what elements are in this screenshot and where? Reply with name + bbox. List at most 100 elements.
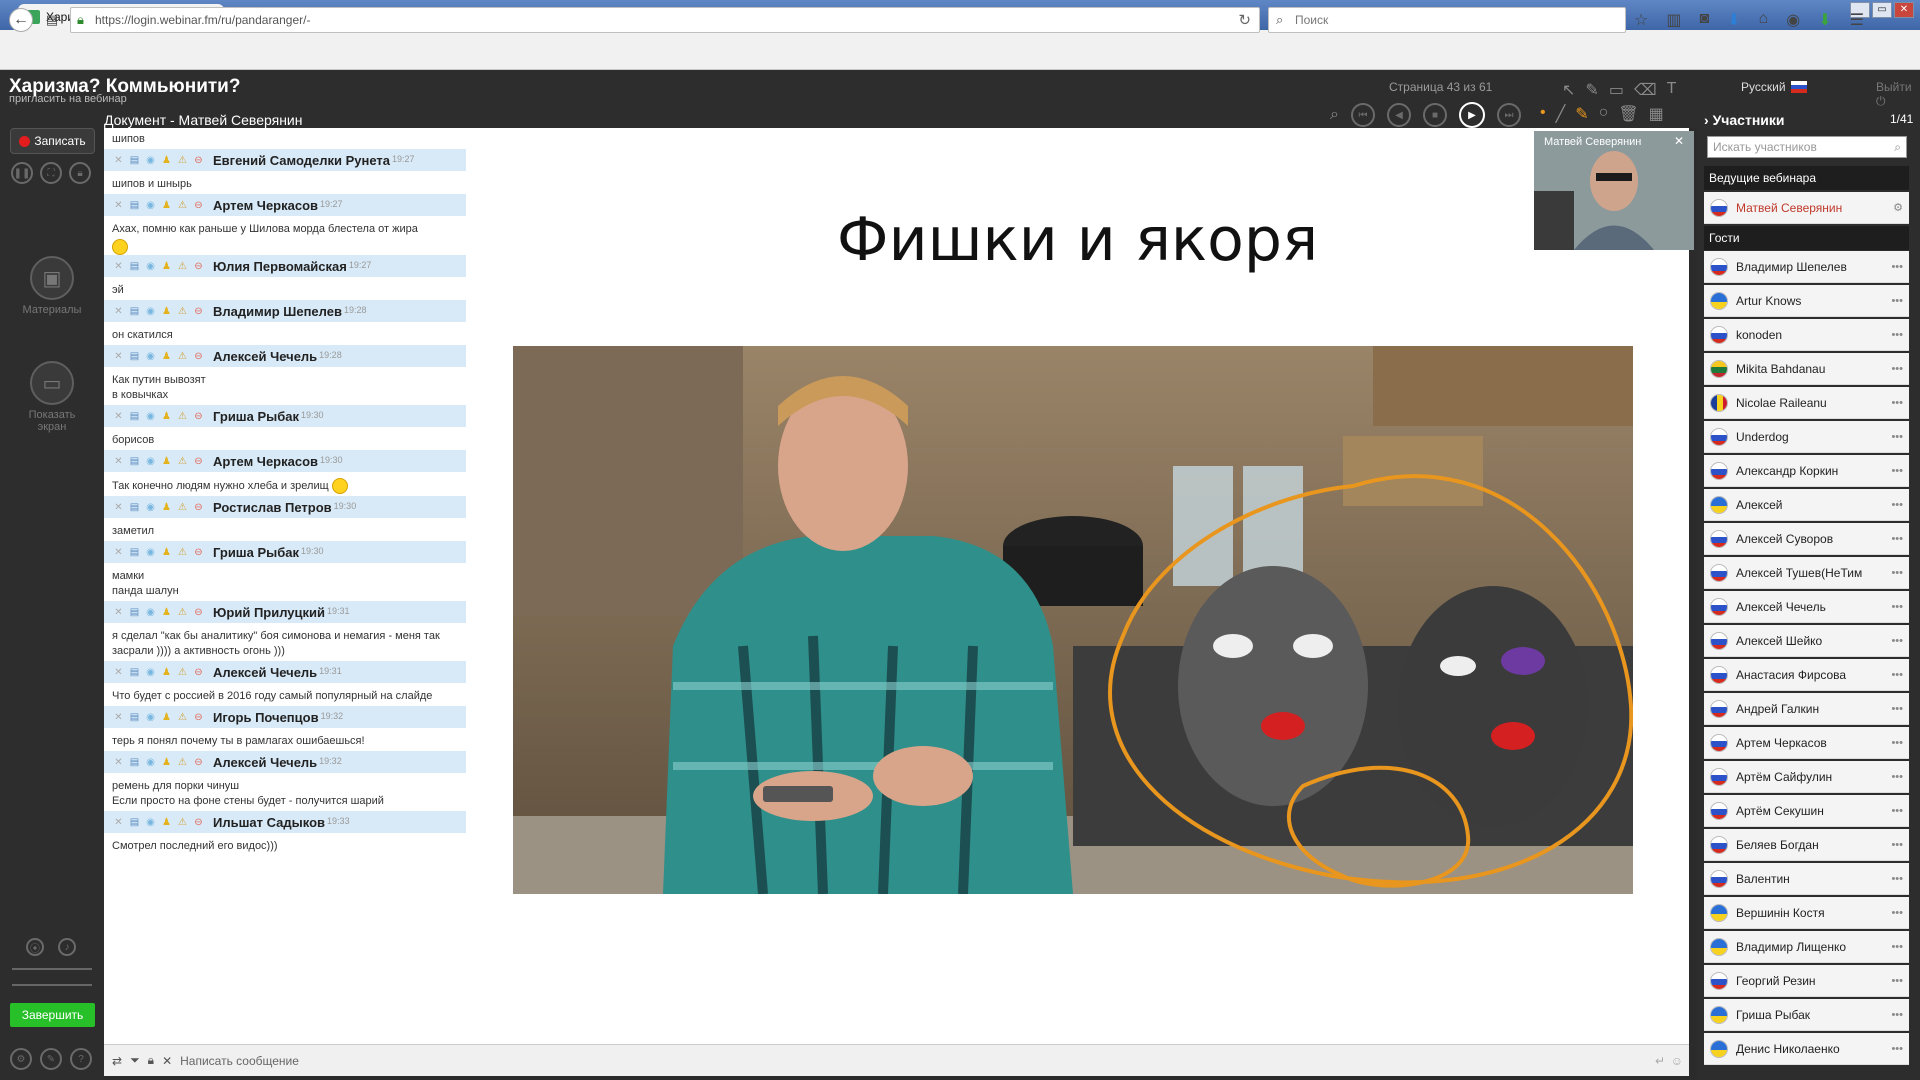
reply-icon[interactable]: ◉ xyxy=(144,666,157,679)
pause-icon[interactable]: ❚❚ xyxy=(11,162,33,184)
participant-row[interactable]: Денис Николаенко ••• xyxy=(1704,1033,1909,1065)
more-options-icon[interactable]: ••• xyxy=(1891,1043,1903,1055)
reply-icon[interactable]: ◉ xyxy=(144,501,157,514)
delete-icon[interactable]: ✕ xyxy=(112,666,125,679)
chat-bubble-icon[interactable]: ◉ xyxy=(1786,10,1800,30)
warning-icon[interactable]: ⚠ xyxy=(176,606,189,619)
more-options-icon[interactable]: ••• xyxy=(1891,465,1903,477)
volume-slider[interactable] xyxy=(12,968,92,970)
grid-icon[interactable]: ▦ xyxy=(1649,104,1664,124)
chat-author[interactable]: Алексей Чечель xyxy=(213,349,317,364)
ban-icon[interactable]: ⊖ xyxy=(192,455,205,468)
user-icon[interactable]: ♟ xyxy=(160,606,173,619)
more-options-icon[interactable]: ••• xyxy=(1891,567,1903,579)
delete-icon[interactable]: ✕ xyxy=(112,501,125,514)
chat-author[interactable]: Гриша Рыбак xyxy=(213,545,299,560)
reply-icon[interactable]: ◉ xyxy=(144,199,157,212)
delete-icon[interactable]: ✕ xyxy=(112,154,125,167)
finish-button[interactable]: Завершить xyxy=(10,1003,95,1027)
more-options-icon[interactable]: ••• xyxy=(1891,975,1903,987)
participant-row[interactable]: Алексей Тушев(НеТим ••• xyxy=(1704,557,1909,589)
pencil-icon[interactable]: ✎ xyxy=(1585,80,1598,100)
close-camera-icon[interactable]: ✕ xyxy=(1674,134,1684,148)
chat-author[interactable]: Ростислав Петров xyxy=(213,500,332,515)
marker-icon[interactable]: ✎ xyxy=(1575,104,1588,124)
color-dot-icon[interactable]: • xyxy=(1540,104,1546,124)
participant-row[interactable]: konoden ••• xyxy=(1704,319,1909,351)
user-icon[interactable]: ♟ xyxy=(160,756,173,769)
warning-icon[interactable]: ⚠ xyxy=(176,756,189,769)
user-icon[interactable]: ♟ xyxy=(160,260,173,273)
delete-icon[interactable]: ✕ xyxy=(112,410,125,423)
copy-icon[interactable]: ▤ xyxy=(128,154,141,167)
delete-icon[interactable]: ✕ xyxy=(112,455,125,468)
user-icon[interactable]: ♟ xyxy=(160,199,173,212)
ban-icon[interactable]: ⊖ xyxy=(192,756,205,769)
pointer-icon[interactable]: ↖ xyxy=(1562,80,1575,100)
menu-icon[interactable]: ☰ xyxy=(1850,10,1864,30)
reply-icon[interactable]: ◉ xyxy=(144,756,157,769)
reply-icon[interactable]: ◉ xyxy=(144,154,157,167)
eraser-icon[interactable]: ⌫ xyxy=(1634,80,1657,100)
delete-icon[interactable]: ✕ xyxy=(112,711,125,724)
warning-icon[interactable]: ⚠ xyxy=(176,305,189,318)
copy-icon[interactable]: ▤ xyxy=(128,199,141,212)
participants-title[interactable]: › Участники xyxy=(1704,112,1785,128)
settings-icon[interactable]: ⚙ xyxy=(10,1048,32,1070)
show-screen-button[interactable]: ▭ Показать экран xyxy=(18,361,86,433)
ban-icon[interactable]: ⊖ xyxy=(192,154,205,167)
warning-icon[interactable]: ⚠ xyxy=(176,199,189,212)
warning-icon[interactable]: ⚠ xyxy=(176,546,189,559)
ban-icon[interactable]: ⊖ xyxy=(192,711,205,724)
delete-icon[interactable]: ✕ xyxy=(112,260,125,273)
participant-row[interactable]: Валентин ••• xyxy=(1704,863,1909,895)
warning-icon[interactable]: ⚠ xyxy=(176,711,189,724)
download-icon[interactable]: ⬇ xyxy=(1727,10,1740,30)
reply-icon[interactable]: ◉ xyxy=(144,410,157,423)
participant-row[interactable]: Алексей Шейко ••• xyxy=(1704,625,1909,657)
more-options-icon[interactable]: ••• xyxy=(1891,363,1903,375)
more-options-icon[interactable]: ••• xyxy=(1891,261,1903,273)
close-window-icon[interactable]: ✕ xyxy=(1894,2,1914,18)
delete-icon[interactable]: ✕ xyxy=(112,305,125,318)
last-page-icon[interactable]: ⏭ xyxy=(1496,103,1521,127)
chat-author[interactable]: Алексей Чечель xyxy=(213,755,317,770)
zoom-icon[interactable]: ⌕ xyxy=(1330,106,1339,124)
bookmark-star-icon[interactable]: ☆ xyxy=(1634,10,1648,30)
play-icon[interactable]: ▶ xyxy=(1458,102,1485,128)
chat-author[interactable]: Алексей Чечель xyxy=(213,665,317,680)
more-options-icon[interactable]: ••• xyxy=(1891,601,1903,613)
participant-row[interactable]: Artur Knows ••• xyxy=(1704,285,1909,317)
back-arrow-icon[interactable]: ← xyxy=(9,8,33,32)
delete-icon[interactable]: ✕ xyxy=(112,350,125,363)
reply-icon[interactable]: ◉ xyxy=(144,350,157,363)
chat-input-bar[interactable]: ⇄ ⏷ 🔒︎ ✕ Написать сообщение ↵ ☺ xyxy=(104,1044,1689,1076)
more-options-icon[interactable]: ••• xyxy=(1891,1009,1903,1021)
microphone-icon[interactable]: ♪ xyxy=(58,938,76,956)
materials-button[interactable]: ▣ Материалы xyxy=(18,256,86,316)
chat-author[interactable]: Юрий Прилуцкий xyxy=(213,605,325,620)
edit-icon[interactable]: ✎ xyxy=(40,1048,62,1070)
chat-author[interactable]: Юлия Первомайская xyxy=(213,259,347,274)
more-options-icon[interactable]: ••• xyxy=(1891,329,1903,341)
participant-row[interactable]: Владимир Шепелев ••• xyxy=(1704,251,1909,283)
filter-icon[interactable]: ⏷ xyxy=(130,1053,140,1068)
warning-icon[interactable]: ⚠ xyxy=(176,501,189,514)
warning-icon[interactable]: ⚠ xyxy=(176,816,189,829)
trash-icon[interactable]: 🗑︎ xyxy=(1618,104,1638,124)
more-options-icon[interactable]: ••• xyxy=(1891,771,1903,783)
reply-icon[interactable]: ◉ xyxy=(144,260,157,273)
delete-icon[interactable]: ✕ xyxy=(112,199,125,212)
user-icon[interactable]: ♟ xyxy=(160,501,173,514)
mic-slider[interactable] xyxy=(12,984,92,986)
participant-row[interactable]: Анастасия Фирсова ••• xyxy=(1704,659,1909,691)
copy-icon[interactable]: ▤ xyxy=(128,350,141,363)
rectangle-icon[interactable]: ▭ xyxy=(1609,80,1624,100)
exit-button[interactable]: Выйти ⏻ xyxy=(1876,80,1920,109)
more-options-icon[interactable]: ••• xyxy=(1891,669,1903,681)
more-options-icon[interactable]: ••• xyxy=(1891,703,1903,715)
participant-row[interactable]: Underdog ••• xyxy=(1704,421,1909,453)
page-icon[interactable]: ▤ xyxy=(40,8,64,32)
copy-icon[interactable]: ▤ xyxy=(128,756,141,769)
user-icon[interactable]: ♟ xyxy=(160,410,173,423)
